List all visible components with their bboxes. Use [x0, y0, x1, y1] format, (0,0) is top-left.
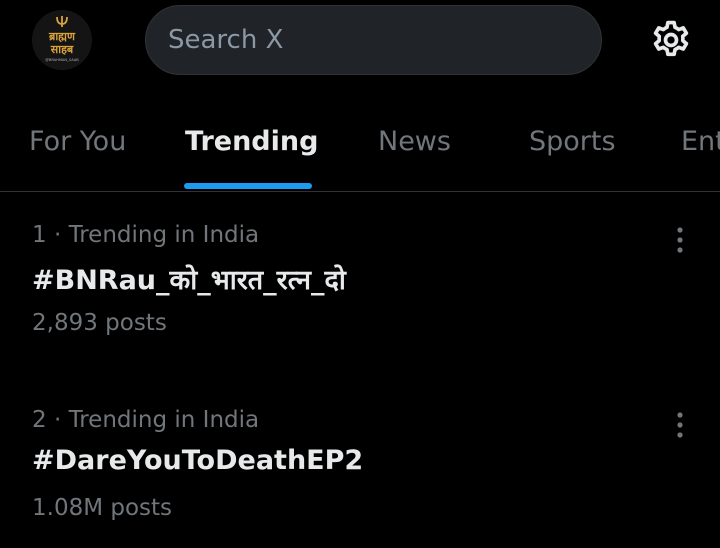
trend-more-button[interactable] — [662, 218, 698, 262]
search-input[interactable] — [168, 25, 579, 55]
active-tab-indicator — [184, 183, 312, 189]
more-vertical-icon — [677, 412, 683, 438]
trend-item[interactable]: 2 · Trending in India #DareYouToDeathEP2… — [0, 379, 720, 548]
trend-more-button[interactable] — [662, 403, 698, 447]
trend-meta: 1 · Trending in India — [32, 222, 260, 248]
more-vertical-icon — [677, 227, 683, 253]
profile-avatar[interactable]: ब्राह्मण साहब @BRAHMAN_SAAB — [32, 10, 92, 70]
explore-screen: ब्राह्मण साहब @BRAHMAN_SAAB For You Tren… — [0, 0, 720, 548]
trend-item[interactable]: 1 · Trending in India #BNRau_को_भारत_रत्… — [0, 194, 720, 374]
tab-for-you[interactable]: For You — [29, 126, 126, 157]
gear-icon — [653, 20, 689, 57]
explore-tabs: For You Trending News Sports Ent — [0, 104, 720, 192]
tab-news[interactable]: News — [378, 126, 451, 157]
search-bar[interactable] — [145, 5, 602, 75]
trend-post-count: 2,893 posts — [32, 310, 167, 336]
tab-entertainment[interactable]: Ent — [681, 126, 720, 157]
trend-post-count: 1.08M posts — [32, 495, 173, 521]
logo-caption: @BRAHMAN_SAAB — [45, 58, 79, 62]
settings-button[interactable] — [648, 17, 694, 63]
logo-line2: साहब — [50, 43, 74, 56]
brahman-saab-logo: ब्राह्मण साहब @BRAHMAN_SAAB — [32, 10, 92, 70]
trend-hashtag[interactable]: #DareYouToDeathEP2 — [32, 445, 363, 476]
tab-sports[interactable]: Sports — [529, 126, 616, 157]
top-header: ब्राह्मण साहब @BRAHMAN_SAAB — [0, 0, 720, 84]
logo-line1: ब्राह्मण — [48, 30, 76, 43]
trend-hashtag[interactable]: #BNRau_को_भारत_रत्न_दो — [32, 260, 346, 297]
trend-meta: 2 · Trending in India — [32, 407, 260, 433]
tab-trending[interactable]: Trending — [185, 126, 318, 157]
